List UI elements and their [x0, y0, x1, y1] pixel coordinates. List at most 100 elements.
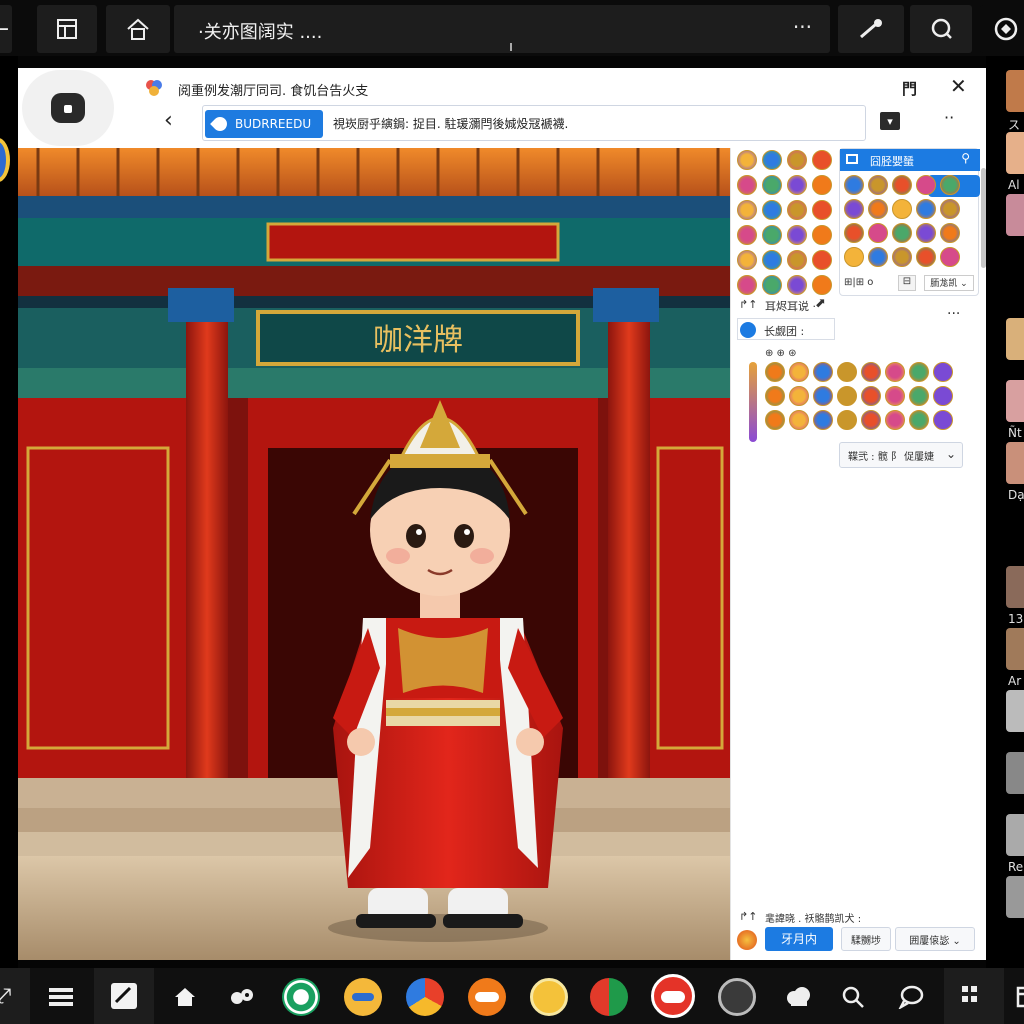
sticker-icon[interactable] [762, 150, 782, 170]
sticker-icon[interactable] [892, 223, 912, 243]
globe-icon[interactable] [980, 5, 1024, 53]
sticker-icon[interactable] [933, 362, 953, 382]
sticker-icon[interactable] [861, 410, 881, 430]
more-options-button[interactable]: ·· [944, 108, 954, 127]
cat-icon[interactable] [714, 974, 760, 1020]
mini-foot-mid[interactable]: ⊟ [898, 275, 916, 291]
sticker-icon[interactable] [737, 225, 757, 245]
contact-avatar[interactable] [1006, 876, 1024, 918]
sticker-icon[interactable] [812, 225, 832, 245]
bird-icon[interactable] [220, 974, 266, 1020]
contact-avatar[interactable] [1006, 566, 1024, 608]
app-badge-icon[interactable] [0, 138, 10, 182]
sticker-icon[interactable] [885, 410, 905, 430]
back-arrow-icon[interactable]: ⇤ [0, 5, 12, 53]
sticker-icon[interactable] [787, 250, 807, 270]
sticker-icon[interactable] [789, 386, 809, 406]
sticker-icon[interactable] [916, 175, 936, 195]
sticker-icon[interactable] [868, 199, 888, 219]
row1-arrow-icon[interactable]: ⬈ [815, 296, 826, 311]
more-icon[interactable]: ··· [793, 15, 812, 39]
contact-avatar[interactable] [1006, 628, 1024, 670]
sticker-icon[interactable] [813, 386, 833, 406]
home-icon[interactable] [162, 974, 208, 1020]
contact-avatar[interactable] [1006, 442, 1024, 484]
window-icon[interactable] [1004, 974, 1024, 1020]
grid-icon[interactable] [37, 5, 97, 53]
apps-icon[interactable] [944, 968, 1004, 1024]
sticker-icon[interactable] [812, 200, 832, 220]
sticker-icon[interactable] [916, 199, 936, 219]
globe-icon[interactable] [586, 974, 632, 1020]
mini-foot-left[interactable]: ⊞|⊞ o [844, 277, 873, 288]
sticker-icon[interactable] [909, 386, 929, 406]
window-tool-button[interactable]: 門 [902, 78, 917, 99]
row1-icon[interactable]: ↱↑ [739, 298, 757, 311]
menu-icon[interactable] [38, 974, 84, 1020]
sticker-icon[interactable] [892, 175, 912, 195]
sticker-icon[interactable] [916, 223, 936, 243]
share-icon[interactable]: ⤤ [0, 968, 30, 1024]
sticker-icon[interactable] [813, 410, 833, 430]
sticker-icon[interactable] [812, 175, 832, 195]
chrome-icon[interactable] [402, 974, 448, 1020]
sticker-icon[interactable] [787, 175, 807, 195]
sticker-icon[interactable] [813, 362, 833, 382]
target-icon[interactable] [278, 974, 324, 1020]
sticker-icon[interactable] [885, 362, 905, 382]
sticker-icon[interactable] [861, 362, 881, 382]
sticker-icon[interactable] [861, 386, 881, 406]
sticker-icon[interactable] [737, 250, 757, 270]
sticker-icon[interactable] [737, 275, 757, 295]
search-icon[interactable] [830, 974, 876, 1020]
footer-pill-1[interactable]: 騥嬲埗 [841, 927, 891, 951]
address-chip[interactable]: BUDRREEDU [205, 110, 323, 138]
contact-avatar[interactable] [1006, 318, 1024, 360]
sticker-icon[interactable] [837, 386, 857, 406]
sticker-icon[interactable] [737, 175, 757, 195]
sticker-icon[interactable] [940, 175, 960, 195]
contact-avatar[interactable] [1006, 814, 1024, 856]
row1-more-icon[interactable]: ··· [947, 306, 960, 322]
footer-pill-2[interactable]: 囲屢偯毖 ⌄ [895, 927, 975, 951]
sticker-icon[interactable] [789, 410, 809, 430]
contact-avatar[interactable] [1006, 752, 1024, 794]
home-icon[interactable] [106, 5, 170, 53]
sticker-icon[interactable] [933, 410, 953, 430]
burger-icon[interactable] [340, 974, 386, 1020]
scroll-strip[interactable] [749, 362, 757, 442]
sticker-icon[interactable] [762, 225, 782, 245]
chat-search-icon[interactable] [910, 5, 972, 53]
sticker-icon[interactable] [868, 247, 888, 267]
sticker-icon[interactable] [940, 223, 960, 243]
face-icon[interactable] [464, 974, 510, 1020]
sticker-icon[interactable] [844, 247, 864, 267]
contact-avatar[interactable] [1006, 132, 1024, 174]
cloud-icon[interactable] [776, 974, 822, 1020]
sticker-icon[interactable] [762, 275, 782, 295]
sticker-icon[interactable] [737, 150, 757, 170]
sticker-icon[interactable] [868, 223, 888, 243]
back-chevron-icon[interactable]: ‹ [164, 108, 173, 133]
sticker-icon[interactable] [787, 225, 807, 245]
sticker-icon[interactable] [837, 410, 857, 430]
sticker-icon[interactable] [885, 386, 905, 406]
sticker-icon[interactable] [762, 250, 782, 270]
search-icon[interactable]: ⚲ [961, 151, 970, 165]
sticker-icon[interactable] [762, 175, 782, 195]
sticker-icon[interactable] [789, 362, 809, 382]
title-field[interactable]: ·关亦图阔实 .... ··· [174, 5, 830, 53]
sticker-icon[interactable] [812, 250, 832, 270]
sticker-icon[interactable] [837, 362, 857, 382]
sticker-icon[interactable] [787, 200, 807, 220]
sticker-icon[interactable] [844, 175, 864, 195]
sticker-icon[interactable] [940, 199, 960, 219]
address-bar[interactable]: BUDRREEDU 視崁厨乎縯鋦: 捉目. 駐瑗瀰閂後娍炈冦褫襪. [202, 105, 866, 141]
sticker-dropdown[interactable]: 鞢弐 : 髋 阝 促屢婕 ⌄ [839, 442, 963, 468]
footer-action-button[interactable]: 牙月内 [765, 927, 833, 951]
row2-field[interactable]: ⻓觑团 : [737, 318, 835, 340]
sticker-icon[interactable] [909, 410, 929, 430]
sticker-icon[interactable] [844, 199, 864, 219]
speech-icon[interactable] [888, 974, 934, 1020]
dropdown-button[interactable]: ▾ [880, 112, 900, 130]
